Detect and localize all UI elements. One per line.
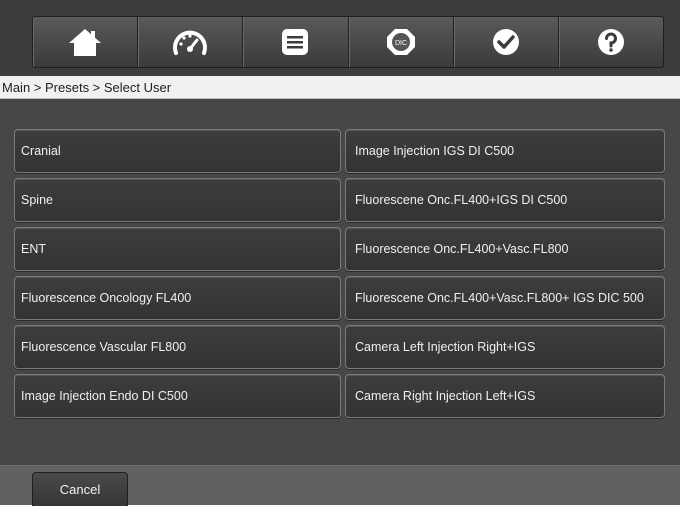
preset-button-fl400-igs-di-c500[interactable]: Fluorescene Onc.FL400+IGS DI C500: [345, 178, 665, 222]
cancel-button[interactable]: Cancel: [32, 472, 128, 506]
preset-button-spine[interactable]: Spine: [14, 178, 341, 222]
help-icon: [597, 29, 624, 55]
list-icon: [282, 29, 309, 55]
preset-button-camera-left-injection-right[interactable]: Camera Left Injection Right+IGS: [345, 325, 665, 369]
app-window: DIC Main > Presets > Select User Cranial…: [0, 0, 680, 506]
preset-button-ent[interactable]: ENT: [14, 227, 341, 271]
top-bar: DIC: [0, 0, 680, 76]
speedometer-icon: [173, 30, 208, 55]
preset-button-fl400-vasc-fl800[interactable]: Fluorescence Onc.FL400+Vasc.FL800: [345, 227, 665, 271]
speedometer-button[interactable]: [138, 17, 244, 67]
preset-panel: Cranial Image Injection IGS DI C500 Spin…: [0, 99, 680, 465]
home-icon: [69, 29, 102, 56]
checkmark-icon: [492, 29, 519, 55]
preset-button-fluorescence-vascular-fl800[interactable]: Fluorescence Vascular FL800: [14, 325, 341, 369]
bottom-bar: Cancel: [0, 465, 680, 506]
preset-button-fl400-vasc-fl800-igs-dic500[interactable]: Fluorescene Onc.FL400+Vasc.FL800+ IGS DI…: [345, 276, 665, 320]
dic-button[interactable]: DIC: [349, 17, 454, 67]
dic-icon-label: DIC: [395, 40, 407, 47]
home-button[interactable]: [33, 17, 139, 67]
dic-icon: DIC: [386, 29, 415, 55]
preset-button-fluorescence-oncology-fl400[interactable]: Fluorescence Oncology FL400: [14, 276, 341, 320]
list-button[interactable]: [243, 17, 349, 67]
preset-grid: Cranial Image Injection IGS DI C500 Spin…: [14, 129, 665, 418]
preset-button-cranial[interactable]: Cranial: [14, 129, 341, 173]
preset-button-camera-right-injection-left[interactable]: Camera Right Injection Left+IGS: [345, 374, 665, 418]
confirm-button[interactable]: [454, 17, 559, 67]
breadcrumb: Main > Presets > Select User: [0, 76, 680, 99]
help-button[interactable]: [559, 17, 663, 67]
preset-button-image-injection-igs-di-c500[interactable]: Image Injection IGS DI C500: [345, 129, 665, 173]
preset-button-image-injection-endo-di-c500[interactable]: Image Injection Endo DI C500: [14, 374, 341, 418]
main-toolbar: DIC: [32, 16, 664, 68]
